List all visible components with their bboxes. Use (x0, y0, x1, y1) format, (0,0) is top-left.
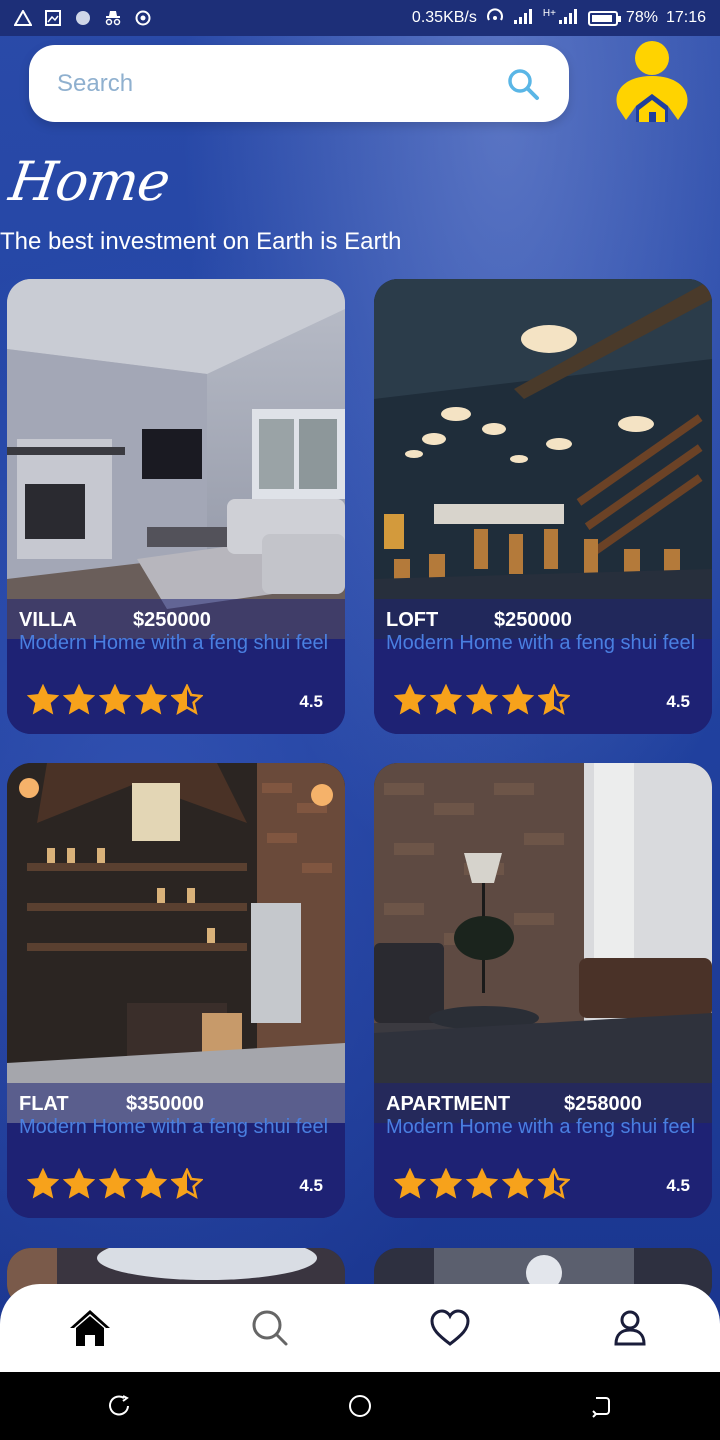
star-full-icon (99, 684, 131, 715)
listing-description: Modern Home with a feng shui feel (19, 632, 329, 654)
status-icons-left (14, 10, 152, 26)
network-type: H+ (542, 7, 556, 19)
rating-value: 4.5 (666, 1176, 690, 1195)
star-full-icon (27, 1168, 59, 1199)
listing-photo (7, 763, 345, 1123)
page-title: Home (5, 150, 174, 213)
star-rating (394, 684, 570, 716)
listing-type: VILLA (19, 609, 77, 631)
recent-apps-icon[interactable] (108, 1394, 132, 1418)
warning-icon (14, 10, 32, 26)
listing-description: Modern Home with a feng shui feel (386, 632, 696, 654)
status-bar: 0.35KB/s H+ 78% 17:16 (0, 0, 720, 36)
incognito-icon (104, 10, 122, 26)
card-title-row: APARTMENT $258000 (386, 1093, 642, 1116)
tagline: The best investment on Earth is Earth (0, 228, 402, 255)
net-speed: 0.35KB/s (411, 9, 477, 26)
search-bar[interactable] (29, 45, 569, 122)
listing-price: $250000 (133, 609, 211, 631)
star-rating (27, 684, 203, 716)
listing-description: Modern Home with a feng shui feel (386, 1116, 696, 1138)
target-icon (134, 10, 152, 26)
signal-icon (513, 8, 535, 29)
back-button[interactable] (570, 1376, 630, 1436)
search-input[interactable] (57, 69, 505, 98)
battery-percent: 78% (625, 9, 658, 26)
card-title-row: VILLA $250000 (19, 609, 211, 632)
star-full-icon (394, 684, 426, 715)
listing-card-villa[interactable]: VILLA $250000 Modern Home with a feng sh… (7, 279, 345, 734)
search-icon[interactable] (505, 66, 541, 102)
card-title-row: LOFT $250000 (386, 609, 572, 632)
back-icon[interactable] (588, 1394, 612, 1418)
clock: 17:16 (665, 9, 706, 26)
nav-profile[interactable] (600, 1298, 660, 1358)
listing-card-loft[interactable]: LOFT $250000 Modern Home with a feng shu… (374, 279, 712, 734)
app-logo-icon[interactable] (612, 40, 692, 126)
star-full-icon (466, 684, 498, 715)
rating-value: 4.5 (299, 692, 323, 711)
hotspot-icon (485, 7, 505, 29)
star-full-icon (27, 684, 59, 715)
listing-card-flat[interactable]: FLAT $350000 Modern Home with a feng shu… (7, 763, 345, 1218)
image-icon (44, 10, 62, 26)
listing-type: APARTMENT (386, 1093, 511, 1115)
listing-card-apartment[interactable]: APARTMENT $258000 Modern Home with a fen… (374, 763, 712, 1218)
star-full-icon (430, 1168, 462, 1199)
app-screen: 0.35KB/s H+ 78% 17:16 Search Home The be… (0, 0, 720, 1372)
star-full-icon (394, 1168, 426, 1199)
star-full-icon (502, 1168, 534, 1199)
status-icons-right: 0.35KB/s H+ 78% 17:16 (412, 8, 706, 29)
star-full-icon (63, 684, 95, 715)
listing-photo (7, 279, 345, 639)
star-half-icon (538, 684, 570, 716)
search-icon[interactable] (248, 1306, 292, 1350)
star-half-icon (171, 684, 203, 716)
star-full-icon (63, 1168, 95, 1199)
listing-price: $250000 (494, 609, 572, 631)
star-full-icon (430, 684, 462, 715)
star-half-icon (538, 1168, 570, 1200)
star-full-icon (135, 684, 167, 715)
nav-favorites[interactable] (420, 1298, 480, 1358)
home-system-button[interactable] (330, 1376, 390, 1436)
star-full-icon (99, 1168, 131, 1199)
star-full-icon (135, 1168, 167, 1199)
nav-search[interactable] (240, 1298, 300, 1358)
star-full-icon (502, 684, 534, 715)
listing-type: LOFT (386, 609, 439, 631)
star-rating (394, 1168, 570, 1200)
circle-home-icon[interactable] (347, 1393, 373, 1419)
star-full-icon (466, 1168, 498, 1199)
listing-price: $350000 (126, 1093, 204, 1115)
signal-icon-2 (558, 8, 580, 29)
heart-icon[interactable] (428, 1306, 472, 1350)
rating-value: 4.5 (299, 1176, 323, 1195)
star-rating (27, 1168, 203, 1200)
listing-photo (374, 279, 712, 639)
battery-icon (587, 10, 621, 26)
listing-description: Modern Home with a feng shui feel (19, 1116, 329, 1138)
listing-price: $258000 (564, 1093, 642, 1115)
listing-type: FLAT (19, 1093, 69, 1115)
star-half-icon (171, 1168, 203, 1200)
rating-value: 4.5 (666, 692, 690, 711)
nav-home[interactable] (60, 1298, 120, 1358)
user-icon[interactable] (608, 1306, 652, 1350)
system-nav-bar (0, 1372, 720, 1440)
card-title-row: FLAT $350000 (19, 1093, 204, 1116)
circle-icon (74, 10, 92, 26)
listing-photo (374, 763, 712, 1123)
bottom-nav (0, 1284, 720, 1372)
recent-apps-button[interactable] (90, 1376, 150, 1436)
home-icon[interactable] (68, 1306, 112, 1350)
